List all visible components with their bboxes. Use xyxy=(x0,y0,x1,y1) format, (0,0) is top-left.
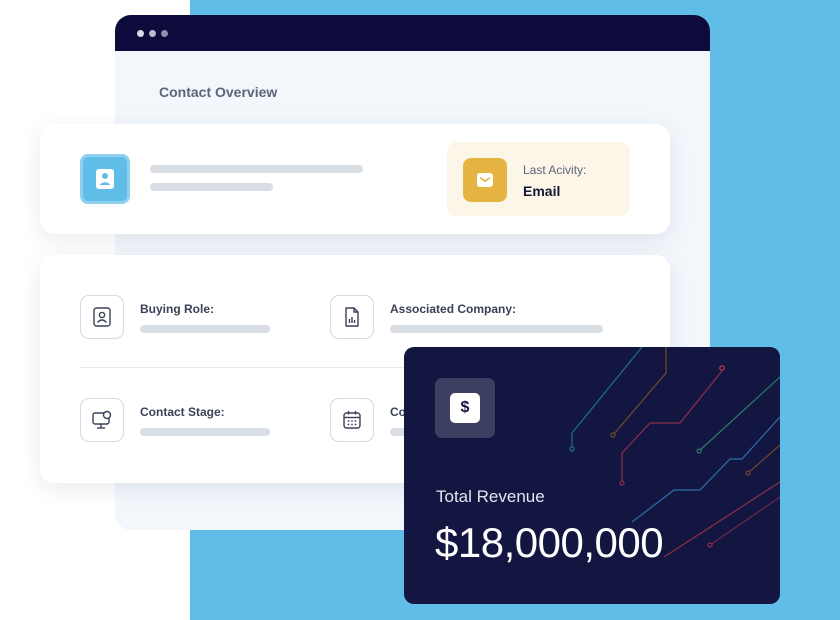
avatar xyxy=(80,154,130,204)
window-dot-close[interactable] xyxy=(137,29,144,37)
dollar-icon: $ xyxy=(450,393,480,423)
total-revenue-value: $18,000,000 xyxy=(435,519,664,566)
window-titlebar xyxy=(115,15,710,51)
associated-company-value-placeholder xyxy=(390,325,603,333)
last-activity-box: Last Acivity: Email xyxy=(447,142,630,216)
contact-profile-card: Last Acivity: Email xyxy=(40,124,670,234)
page-title: Contact Overview xyxy=(159,84,278,100)
associated-company-field-icon xyxy=(330,295,374,339)
associated-company-label: Associated Company: xyxy=(390,302,517,316)
buying-role-value-placeholder xyxy=(140,325,270,333)
contact-name-placeholder xyxy=(150,165,363,173)
last-activity-label: Last Acivity: xyxy=(523,163,587,177)
calendar-icon xyxy=(343,411,361,429)
buying-role-label: Buying Role: xyxy=(140,302,214,316)
revenue-badge: $ xyxy=(435,378,495,438)
contact-stage-label: Contact Stage: xyxy=(140,405,225,419)
contact-card-icon xyxy=(93,307,111,327)
window-dot-maximize[interactable] xyxy=(161,29,168,37)
monitor-chat-icon xyxy=(92,410,112,429)
contact-stage-value-placeholder xyxy=(140,428,270,436)
fourth-field-icon xyxy=(330,398,374,442)
mail-icon xyxy=(477,173,493,187)
report-chart-icon xyxy=(345,307,359,327)
buying-role-field-icon xyxy=(80,295,124,339)
contact-detail-placeholder xyxy=(150,183,273,191)
total-revenue-card: $ Total Revenue $18,000,000 xyxy=(404,347,780,604)
mail-badge xyxy=(463,158,507,202)
contact-stage-field-icon xyxy=(80,398,124,442)
total-revenue-label: Total Revenue xyxy=(436,487,545,506)
user-icon xyxy=(96,169,114,189)
window-dot-minimize[interactable] xyxy=(149,29,156,37)
last-activity-value: Email xyxy=(523,183,561,199)
